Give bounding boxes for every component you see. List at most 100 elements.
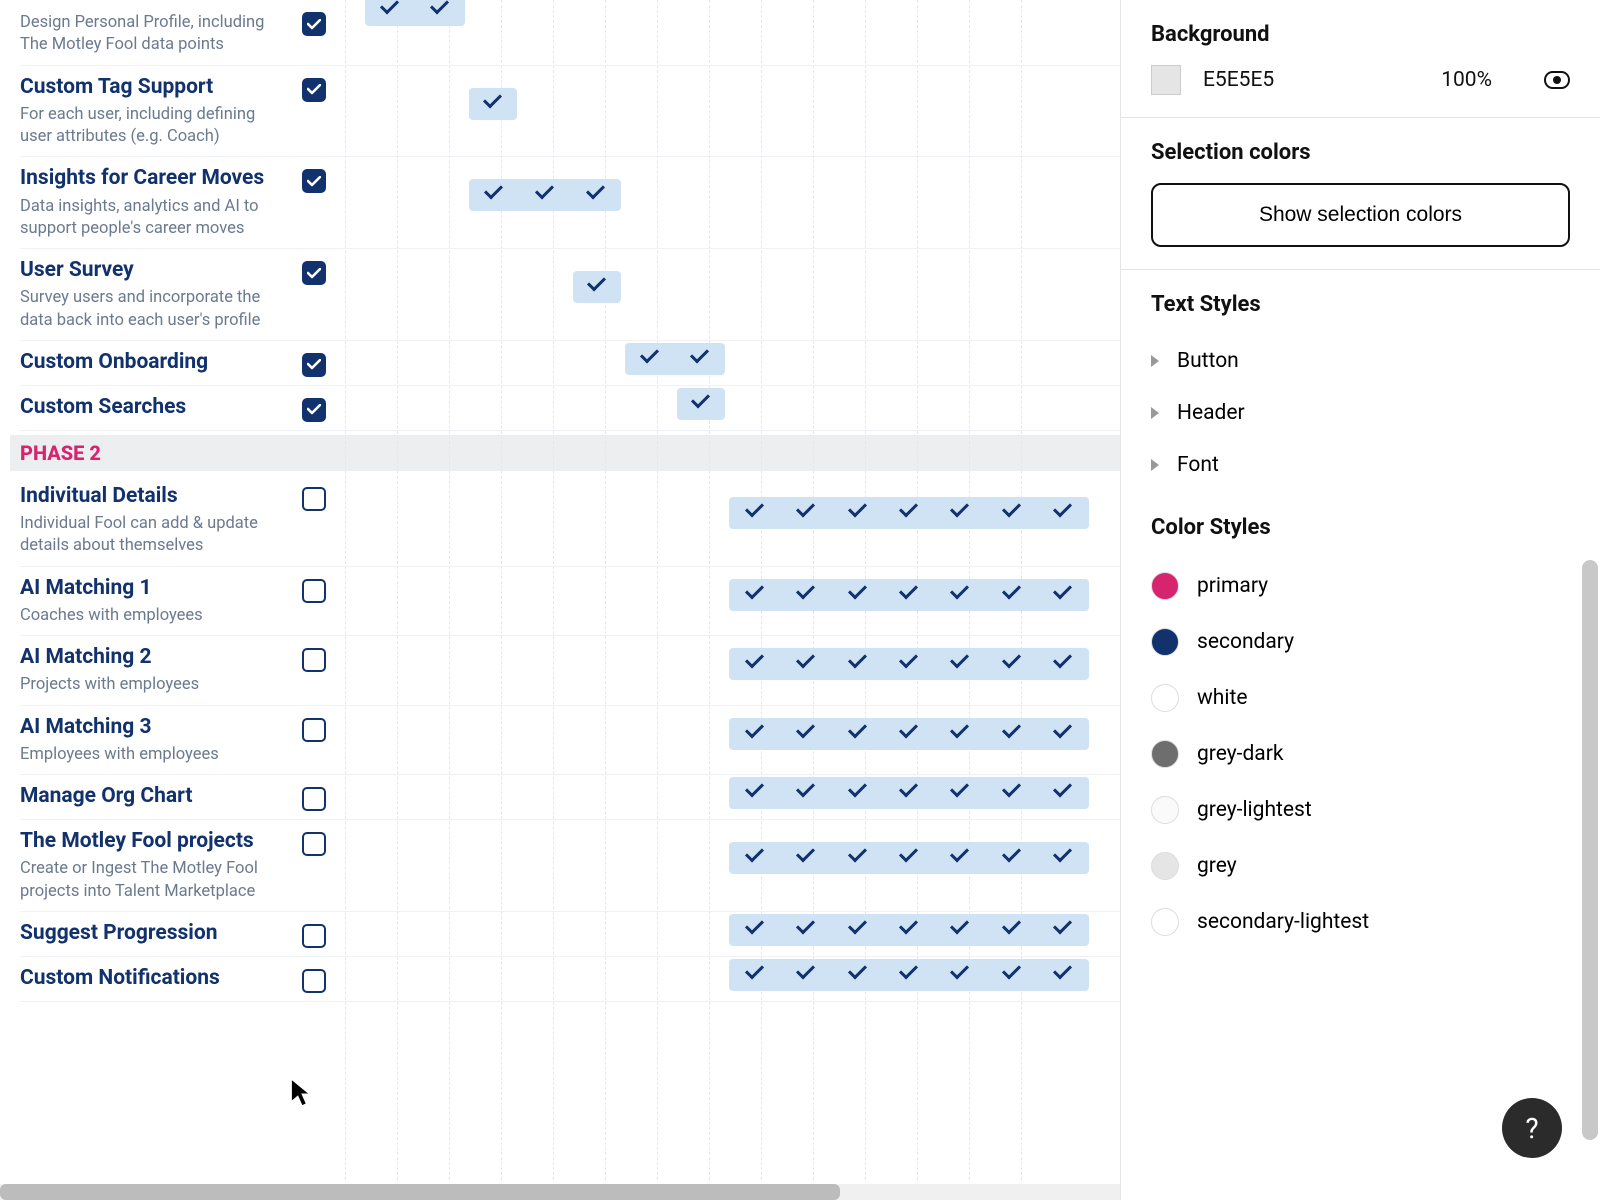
- timeline-bar[interactable]: [729, 914, 1089, 946]
- check-icon: [431, 3, 449, 17]
- check-icon: [849, 657, 867, 671]
- vertical-scrollbar[interactable]: [1582, 560, 1598, 1140]
- text-style-item[interactable]: Button: [1151, 335, 1570, 387]
- show-selection-colors-button[interactable]: Show selection colors: [1151, 183, 1570, 247]
- feature-checkbox[interactable]: [302, 169, 326, 193]
- check-icon: [746, 588, 764, 602]
- check-icon: [900, 968, 918, 982]
- text-style-item[interactable]: Header: [1151, 387, 1570, 439]
- feature-checkbox[interactable]: [302, 261, 326, 285]
- color-style-item[interactable]: grey: [1151, 838, 1570, 894]
- color-swatch-icon: [1151, 572, 1179, 600]
- feature-title: Custom Onboarding: [20, 349, 285, 375]
- timeline-bar[interactable]: [729, 718, 1089, 750]
- timeline-bar[interactable]: [729, 579, 1089, 611]
- check-icon: [485, 188, 503, 202]
- color-style-item[interactable]: white: [1151, 670, 1570, 726]
- feature-description: Coaches with employees: [20, 605, 285, 627]
- feature-checkbox[interactable]: [302, 487, 326, 511]
- timeline-bar[interactable]: [729, 497, 1089, 529]
- feature-title: User Survey: [20, 257, 285, 283]
- check-icon: [1003, 657, 1021, 671]
- timeline-bar[interactable]: [729, 648, 1089, 680]
- feature-title: The Motley Fool projects: [20, 828, 285, 854]
- check-icon: [849, 786, 867, 800]
- roadmap-canvas[interactable]: Design Personal Profile, including The M…: [0, 0, 1120, 1200]
- bg-hex-value[interactable]: E5E5E5: [1203, 68, 1419, 92]
- feature-checkbox[interactable]: [302, 969, 326, 993]
- check-icon: [746, 506, 764, 520]
- horizontal-scrollbar[interactable]: [0, 1184, 1120, 1200]
- text-style-item[interactable]: Font: [1151, 439, 1570, 491]
- background-row[interactable]: E5E5E5 100%: [1151, 65, 1570, 95]
- check-icon: [1054, 727, 1072, 741]
- caret-right-icon: [1151, 355, 1159, 367]
- feature-checkbox[interactable]: [302, 398, 326, 422]
- bg-color-swatch[interactable]: [1151, 65, 1181, 95]
- feature-checkbox[interactable]: [302, 832, 326, 856]
- feature-checkbox[interactable]: [302, 648, 326, 672]
- feature-checkbox[interactable]: [302, 353, 326, 377]
- timeline-bar[interactable]: [573, 271, 621, 303]
- color-style-item[interactable]: primary: [1151, 558, 1570, 614]
- check-icon: [951, 851, 969, 865]
- timeline-bar[interactable]: [469, 179, 621, 211]
- help-button[interactable]: ?: [1502, 1098, 1562, 1158]
- check-icon: [746, 786, 764, 800]
- check-icon: [1003, 851, 1021, 865]
- timeline-bar[interactable]: [625, 343, 725, 375]
- timeline-bar[interactable]: [729, 777, 1089, 809]
- bg-opacity-value[interactable]: 100%: [1441, 68, 1492, 92]
- text-style-label: Button: [1177, 349, 1239, 373]
- check-icon: [746, 727, 764, 741]
- timeline-bar[interactable]: [677, 388, 725, 420]
- check-icon: [1003, 786, 1021, 800]
- check-icon: [1003, 588, 1021, 602]
- color-style-item[interactable]: grey-lightest: [1151, 782, 1570, 838]
- color-style-item[interactable]: grey-dark: [1151, 726, 1570, 782]
- check-icon: [900, 657, 918, 671]
- color-swatch-icon: [1151, 628, 1179, 656]
- check-icon: [797, 968, 815, 982]
- check-icon: [951, 923, 969, 937]
- feature-checkbox[interactable]: [302, 787, 326, 811]
- feature-row: Custom Notifications: [20, 957, 1120, 1002]
- color-style-item[interactable]: secondary: [1151, 614, 1570, 670]
- check-icon: [900, 588, 918, 602]
- check-icon: [797, 851, 815, 865]
- feature-checkbox[interactable]: [302, 78, 326, 102]
- feature-row: AI Matching 1Coaches with employees: [20, 567, 1120, 637]
- feature-row: Indivitual DetailsIndividual Fool can ad…: [20, 475, 1120, 567]
- color-style-item[interactable]: secondary-lightest: [1151, 894, 1570, 950]
- text-style-label: Font: [1177, 453, 1219, 477]
- check-icon: [1003, 506, 1021, 520]
- color-swatch-icon: [1151, 908, 1179, 936]
- feature-checkbox[interactable]: [302, 579, 326, 603]
- check-icon: [746, 968, 764, 982]
- feature-row: Custom Onboarding: [20, 341, 1120, 386]
- timeline-bar[interactable]: [729, 959, 1089, 991]
- check-icon: [381, 3, 399, 17]
- timeline-bar[interactable]: [729, 842, 1089, 874]
- color-swatch-icon: [1151, 684, 1179, 712]
- feature-row: The Motley Fool projects Create or Ingest…: [20, 820, 1120, 912]
- feature-checkbox[interactable]: [302, 12, 326, 36]
- timeline-bar[interactable]: [365, 0, 465, 26]
- timeline-bar[interactable]: [469, 88, 517, 120]
- text-style-label: Header: [1177, 401, 1245, 425]
- check-icon: [797, 506, 815, 520]
- check-icon: [951, 786, 969, 800]
- check-icon: [691, 352, 709, 366]
- color-styles-heading: Color Styles: [1151, 515, 1570, 540]
- color-style-label: grey: [1197, 854, 1237, 878]
- check-icon: [951, 968, 969, 982]
- check-icon: [536, 188, 554, 202]
- visibility-icon[interactable]: [1544, 71, 1570, 89]
- feature-checkbox[interactable]: [302, 718, 326, 742]
- check-icon: [849, 727, 867, 741]
- check-icon: [849, 588, 867, 602]
- feature-description: Create or Ingest The Motley Fool project…: [20, 858, 285, 903]
- feature-checkbox[interactable]: [302, 924, 326, 948]
- feature-row: Design Personal Profile, including The M…: [20, 0, 1120, 66]
- check-icon: [900, 506, 918, 520]
